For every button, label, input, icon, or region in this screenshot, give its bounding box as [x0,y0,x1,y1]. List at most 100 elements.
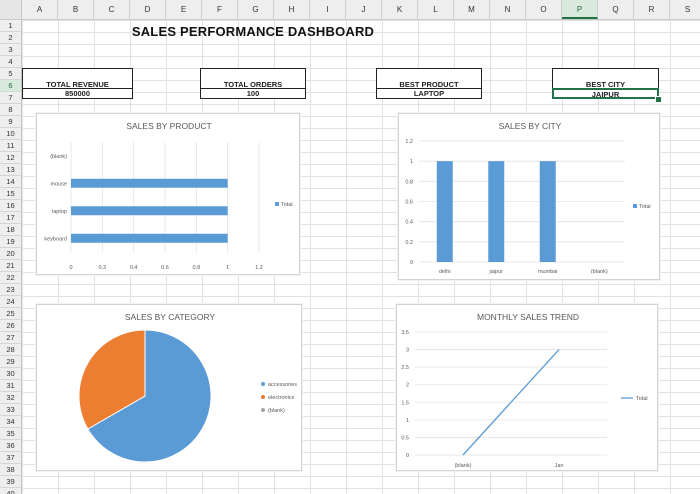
row-header-10[interactable]: 10 [0,128,21,140]
row-header-6[interactable]: 6 [0,80,21,92]
kpi-best-city-label[interactable]: BEST CITY [552,68,659,89]
row-header-22[interactable]: 22 [0,272,21,284]
row-header-14[interactable]: 14 [0,176,21,188]
bar [71,178,228,188]
select-all-corner[interactable] [0,0,22,20]
column-header-e[interactable]: E [166,0,202,19]
row-header-5[interactable]: 5 [0,68,21,80]
row-header-1[interactable]: 1 [0,20,21,32]
row-header-24[interactable]: 24 [0,296,21,308]
y-tick-label: 1 [410,159,413,165]
legend-swatch [261,395,265,399]
y-tick-label: 0.6 [405,200,413,206]
x-tick-label: 0.6 [161,265,169,271]
chart-title: MONTHLY SALES TREND [477,312,579,322]
column-header-i[interactable]: I [310,0,346,19]
fill-handle[interactable] [655,96,662,103]
legend-swatch [261,408,265,412]
row-header-17[interactable]: 17 [0,212,21,224]
column-header-b[interactable]: B [58,0,94,19]
kpi-best-city-value[interactable]: JAIPUR [552,88,659,99]
kpi-total-orders-label[interactable]: TOTAL ORDERS [200,68,306,89]
row-header-11[interactable]: 11 [0,140,21,152]
column-header-a[interactable]: A [22,0,58,19]
legend-label: (blank) [268,408,285,414]
legend-swatch [275,202,279,206]
column-header-l[interactable]: L [418,0,454,19]
row-header-3[interactable]: 3 [0,44,21,56]
row-header-25[interactable]: 25 [0,308,21,320]
chart-title: SALES BY PRODUCT [126,121,211,131]
column-header-d[interactable]: D [130,0,166,19]
row-header-15[interactable]: 15 [0,188,21,200]
dashboard-title[interactable]: SALES PERFORMANCE DASHBOARD [100,24,406,42]
column-header-r[interactable]: R [634,0,670,19]
column-header-o[interactable]: O [526,0,562,19]
x-tick-label: jaipur [489,269,504,275]
row-header-18[interactable]: 18 [0,224,21,236]
column-header-c[interactable]: C [94,0,130,19]
row-header-28[interactable]: 28 [0,344,21,356]
row-header-21[interactable]: 21 [0,260,21,272]
row-header-33[interactable]: 33 [0,404,21,416]
column-header-p[interactable]: P [562,0,598,19]
chart-sales-by-city[interactable]: SALES BY CITY 0 0.2 0.4 0.6 0.8 1 1.2 delhi jaipu… [398,113,660,280]
kpi-best-product-value[interactable]: LAPTOP [376,88,482,99]
row-header-39[interactable]: 39 [0,476,21,488]
row-headers: 1 2 3 4 5 6 7 8 9 10 11 12 13 14 15 16 17 18 19 20 21 22 23 24 2… [0,20,22,494]
kpi-total-revenue-value[interactable]: 850000 [22,88,133,99]
column-header-f[interactable]: F [202,0,238,19]
column-header-j[interactable]: J [346,0,382,19]
row-header-12[interactable]: 12 [0,152,21,164]
bar [71,206,228,216]
row-header-20[interactable]: 20 [0,248,21,260]
column-header-m[interactable]: M [454,0,490,19]
column-header-s[interactable]: S [670,0,700,19]
row-header-36[interactable]: 36 [0,440,21,452]
row-header-31[interactable]: 31 [0,380,21,392]
row-header-38[interactable]: 38 [0,464,21,476]
bar [488,161,505,262]
y-tick-label: 0.4 [405,220,413,226]
column-header-n[interactable]: N [490,0,526,19]
chart-sales-by-product[interactable]: SALES BY PRODUCT 0 0.2 0.4 0.6 0.8 1 1.2 (blank)… [36,113,300,275]
legend-label: accessories [268,382,297,388]
column-header-q[interactable]: Q [598,0,634,19]
y-tick-label: 0.5 [401,435,409,441]
row-header-30[interactable]: 30 [0,368,21,380]
legend-label: Total [636,396,648,402]
chart-sales-by-category[interactable]: SALES BY CATEGORY accessories electronics (… [36,304,302,471]
row-header-26[interactable]: 26 [0,320,21,332]
row-header-4[interactable]: 4 [0,56,21,68]
legend-swatch [261,382,265,386]
row-header-27[interactable]: 27 [0,332,21,344]
legend-label: Total [281,202,293,208]
kpi-total-revenue-label[interactable]: TOTAL REVENUE [22,68,133,89]
row-header-35[interactable]: 35 [0,428,21,440]
row-header-9[interactable]: 9 [0,116,21,128]
y-tick-label: mouse [50,181,67,187]
row-header-40[interactable]: 40 [0,488,21,494]
row-header-34[interactable]: 34 [0,416,21,428]
column-header-h[interactable]: H [274,0,310,19]
column-header-k[interactable]: K [382,0,418,19]
row-header-2[interactable]: 2 [0,32,21,44]
row-header-32[interactable]: 32 [0,392,21,404]
row-header-16[interactable]: 16 [0,200,21,212]
y-tick-label: 2 [406,383,409,389]
y-tick-label: 0.2 [405,240,413,246]
chart-monthly-sales-trend[interactable]: MONTHLY SALES TREND 0 0.5 1 1.5 2 2.5 3 3.5 (blan… [396,304,658,471]
x-tick-label: (blank) [455,463,472,469]
x-tick-label: 1 [226,265,229,271]
column-header-g[interactable]: G [238,0,274,19]
kpi-total-orders-value[interactable]: 100 [200,88,306,99]
row-header-13[interactable]: 13 [0,164,21,176]
kpi-best-product-label[interactable]: BEST PRODUCT [376,68,482,89]
row-header-7[interactable]: 7 [0,92,21,104]
row-header-37[interactable]: 37 [0,452,21,464]
row-header-23[interactable]: 23 [0,284,21,296]
row-header-19[interactable]: 19 [0,236,21,248]
row-header-29[interactable]: 29 [0,356,21,368]
row-header-8[interactable]: 8 [0,104,21,116]
spreadsheet: ABCDEFGHIJKLMNOPQRS 1 2 3 4 5 6 7 8 9 10 11 12 13 14 1… [0,0,700,494]
